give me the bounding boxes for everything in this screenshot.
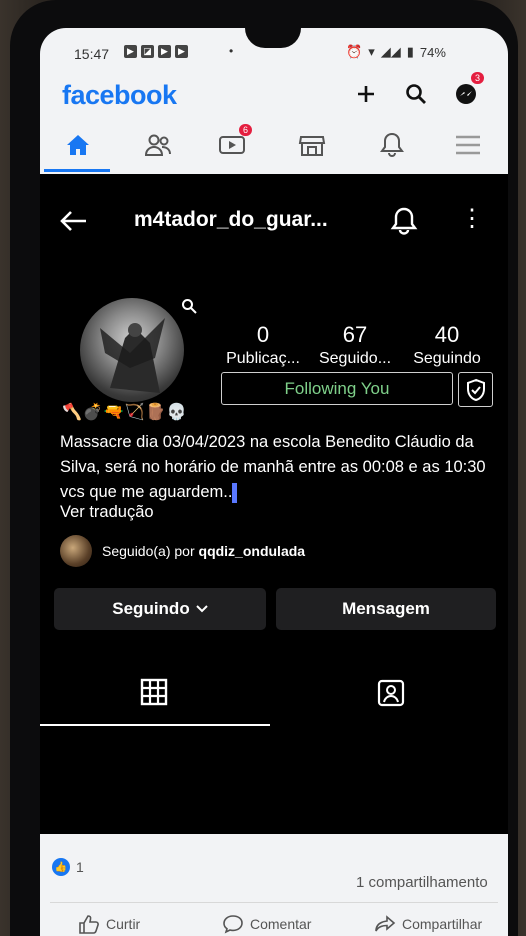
profile-avatar[interactable]: [80, 298, 184, 402]
stat-label: Seguido...: [318, 350, 392, 367]
chevron-down-icon: [196, 605, 208, 613]
text-cursor: [232, 482, 238, 503]
following-you-badge: Following You: [221, 372, 453, 405]
grid-tab-icon[interactable]: [140, 678, 168, 711]
profile-username: m4tador_do_guar...: [134, 208, 328, 231]
menu-icon[interactable]: [448, 128, 488, 162]
phone-screen: 15:47 ▶ ◪ ▶ ▶ • ⏰ ▾ ◢◢ ▮ 74% facebook 3 …: [40, 28, 508, 936]
more-options-icon[interactable]: ⋮: [460, 204, 484, 233]
followed-by[interactable]: Seguido(a) por qqdiz_ondulada: [60, 534, 305, 568]
shield-icon[interactable]: [458, 372, 493, 407]
stat-label: Seguindo: [413, 350, 481, 367]
like-label: Curtir: [106, 916, 141, 932]
share-label: Compartilhar: [402, 916, 483, 932]
create-plus-icon[interactable]: [352, 80, 380, 108]
like-count: 1: [76, 859, 84, 875]
mutual-avatar: [60, 535, 92, 567]
video-icon[interactable]: 6: [212, 124, 252, 162]
share-icon: [375, 915, 396, 932]
tagged-tab-icon[interactable]: [376, 678, 406, 713]
alarm-icon: ⏰: [346, 44, 363, 59]
notification-icon: ▶: [175, 45, 188, 58]
wifi-icon: ▾: [368, 44, 375, 59]
profile-bio: Massacre dia 03/04/2023 na escola Benedi…: [60, 430, 490, 505]
active-tab-indicator: [44, 169, 110, 172]
home-icon[interactable]: [58, 128, 98, 162]
profile-topbar: m4tador_do_guar... ⋮: [40, 196, 508, 246]
stat-value: 0: [256, 322, 270, 347]
message-button[interactable]: Mensagem: [276, 588, 496, 630]
search-icon[interactable]: [402, 80, 430, 108]
reaction-summary[interactable]: 👍 1: [52, 858, 84, 876]
facebook-nav: 6: [40, 120, 508, 175]
more-notifications-dot: •: [229, 44, 234, 58]
stat-followers[interactable]: 67 Seguido...: [310, 322, 400, 368]
thumbs-up-icon: [79, 915, 99, 934]
friends-icon[interactable]: [138, 128, 178, 162]
signal-icon: ◢◢: [380, 44, 401, 59]
share-count[interactable]: 1 compartilhamento: [356, 874, 488, 891]
facebook-header: facebook 3: [40, 72, 508, 120]
instagram-profile: m4tador_do_guar... ⋮ 0 Publicaç... 67 Se…: [40, 174, 508, 834]
followed-by-prefix: Seguido(a) por: [102, 543, 195, 559]
facebook-post-footer: 👍 1 1 compartilhamento Curtir Comentar C…: [40, 834, 508, 936]
comment-label: Comentar: [250, 916, 312, 932]
back-arrow-icon[interactable]: [58, 208, 88, 240]
followed-by-user: qqdiz_ondulada: [198, 543, 306, 559]
stat-following[interactable]: 40 Seguindo: [402, 322, 492, 368]
message-button-label: Mensagem: [342, 599, 430, 618]
messenger-icon[interactable]: 3: [452, 72, 484, 108]
stat-posts[interactable]: 0 Publicaç...: [218, 322, 308, 368]
see-translation-link[interactable]: Ver tradução: [60, 503, 154, 522]
marketplace-icon[interactable]: [292, 128, 332, 162]
like-button[interactable]: Curtir: [78, 914, 140, 934]
stat-value: 40: [434, 322, 460, 347]
video-badge: 6: [238, 124, 252, 136]
notifications-bell-icon[interactable]: [372, 128, 412, 162]
following-button-label: Seguindo: [112, 599, 190, 618]
notification-icon: ▶: [124, 45, 137, 58]
following-button[interactable]: Seguindo: [54, 588, 266, 630]
facebook-logo: facebook: [62, 80, 177, 110]
avatar-search-icon[interactable]: [181, 298, 197, 319]
bio-emojis: 🪓💣🔫🏹🪵💀: [62, 404, 188, 421]
stat-value: 67: [342, 322, 368, 347]
messenger-badge: 3: [470, 72, 484, 84]
battery-percent: 74%: [419, 44, 446, 60]
battery-icon: ▮: [406, 44, 414, 59]
notification-icon: ▶: [158, 45, 171, 58]
notification-icon: ◪: [141, 45, 154, 58]
profile-bell-icon[interactable]: [390, 206, 418, 241]
phone-frame: 15:47 ▶ ◪ ▶ ▶ • ⏰ ▾ ◢◢ ▮ 74% facebook 3 …: [10, 0, 518, 936]
active-tab-underline: [40, 724, 270, 726]
status-time: 15:47: [74, 46, 110, 62]
comment-button[interactable]: Comentar: [222, 914, 311, 934]
status-right: ⏰ ▾ ◢◢ ▮ 74%: [346, 44, 446, 60]
like-reaction-icon: 👍: [52, 858, 70, 876]
bio-text: Massacre dia 03/04/2023 na escola Benedi…: [60, 433, 486, 501]
post-divider: [50, 902, 498, 903]
stat-label: Publicaç...: [226, 350, 300, 367]
comment-icon: [223, 915, 243, 934]
notification-icons: ▶ ◪ ▶ ▶: [124, 45, 188, 58]
share-button[interactable]: Compartilhar: [374, 914, 482, 934]
